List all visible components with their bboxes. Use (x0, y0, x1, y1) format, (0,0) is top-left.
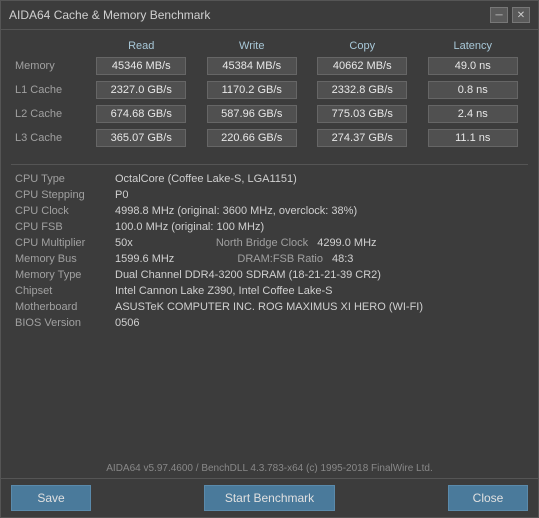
motherboard-label: Motherboard (11, 299, 111, 315)
memory-write-cell: 45384 MB/s (197, 54, 308, 78)
section-divider (11, 164, 528, 165)
row-label-l2: L2 Cache (11, 102, 86, 126)
col-header-latency: Latency (418, 38, 529, 54)
info-row-motherboard: Motherboard ASUSTeK COMPUTER INC. ROG MA… (11, 299, 528, 315)
l2-read-value: 674.68 GB/s (96, 105, 186, 123)
info-row-cpu-stepping: CPU Stepping P0 (11, 187, 528, 203)
bios-label: BIOS Version (11, 315, 111, 331)
col-header-read: Read (86, 38, 197, 54)
memory-type-label: Memory Type (11, 267, 111, 283)
l3-write-cell: 220.66 GB/s (197, 126, 308, 150)
l3-read-value: 365.07 GB/s (96, 129, 186, 147)
dram-fsb-label: DRAM:FSB Ratio (237, 253, 323, 265)
memory-bus-value: 1599.6 MHz DRAM:FSB Ratio 48:3 (111, 251, 528, 267)
l1-copy-cell: 2332.8 GB/s (307, 78, 418, 102)
chipset-label: Chipset (11, 283, 111, 299)
table-row: L1 Cache 2327.0 GB/s 1170.2 GB/s 2332.8 … (11, 78, 528, 102)
cpu-multiplier-label: CPU Multiplier (11, 235, 111, 251)
info-row-memory-type: Memory Type Dual Channel DDR4-3200 SDRAM… (11, 267, 528, 283)
l1-read-value: 2327.0 GB/s (96, 81, 186, 99)
table-row: L3 Cache 365.07 GB/s 220.66 GB/s 274.37 … (11, 126, 528, 150)
cpu-clock-value: 4998.8 MHz (original: 3600 MHz, overcloc… (111, 203, 528, 219)
start-benchmark-button[interactable]: Start Benchmark (204, 485, 335, 511)
system-info-table: CPU Type OctalCore (Coffee Lake-S, LGA11… (11, 171, 528, 331)
l1-latency-value: 0.8 ns (428, 81, 518, 99)
row-label-l3: L3 Cache (11, 126, 86, 150)
l3-copy-value: 274.37 GB/s (317, 129, 407, 147)
cpu-multiplier-value: 50x North Bridge Clock 4299.0 MHz (111, 235, 528, 251)
info-row-chipset: Chipset Intel Cannon Lake Z390, Intel Co… (11, 283, 528, 299)
l2-write-cell: 587.96 GB/s (197, 102, 308, 126)
window-controls: ─ ✕ (490, 7, 530, 23)
bios-value: 0506 (111, 315, 528, 331)
l3-latency-value: 11.1 ns (428, 129, 518, 147)
benchmark-table: Read Write Copy Latency Memory 45346 MB/… (11, 38, 528, 150)
l2-copy-cell: 775.03 GB/s (307, 102, 418, 126)
dram-fsb-value: 48:3 (332, 253, 353, 265)
minimize-button[interactable]: ─ (490, 7, 508, 23)
cpu-fsb-label: CPU FSB (11, 219, 111, 235)
l3-latency-cell: 11.1 ns (418, 126, 529, 150)
title-bar: AIDA64 Cache & Memory Benchmark ─ ✕ (1, 1, 538, 30)
memory-copy-value: 40662 MB/s (317, 57, 407, 75)
l2-latency-cell: 2.4 ns (418, 102, 529, 126)
l3-write-value: 220.66 GB/s (207, 129, 297, 147)
cpu-fsb-value: 100.0 MHz (original: 100 MHz) (111, 219, 528, 235)
memory-copy-cell: 40662 MB/s (307, 54, 418, 78)
memory-write-value: 45384 MB/s (207, 57, 297, 75)
cpu-stepping-value: P0 (111, 187, 528, 203)
l3-copy-cell: 274.37 GB/s (307, 126, 418, 150)
info-row-cpu-multiplier: CPU Multiplier 50x North Bridge Clock 42… (11, 235, 528, 251)
main-content: Read Write Copy Latency Memory 45346 MB/… (1, 30, 538, 459)
info-row-cpu-clock: CPU Clock 4998.8 MHz (original: 3600 MHz… (11, 203, 528, 219)
row-label-l1: L1 Cache (11, 78, 86, 102)
cpu-type-value: OctalCore (Coffee Lake-S, LGA1151) (111, 171, 528, 187)
l1-latency-cell: 0.8 ns (418, 78, 529, 102)
l2-latency-value: 2.4 ns (428, 105, 518, 123)
main-window: AIDA64 Cache & Memory Benchmark ─ ✕ Read… (0, 0, 539, 518)
info-row-memory-bus: Memory Bus 1599.6 MHz DRAM:FSB Ratio 48:… (11, 251, 528, 267)
row-label-memory: Memory (11, 54, 86, 78)
memory-latency-value: 49.0 ns (428, 57, 518, 75)
l1-copy-value: 2332.8 GB/s (317, 81, 407, 99)
motherboard-value: ASUSTeK COMPUTER INC. ROG MAXIMUS XI HER… (111, 299, 528, 315)
memory-read-cell: 45346 MB/s (86, 54, 197, 78)
table-row: Memory 45346 MB/s 45384 MB/s 40662 MB/s … (11, 54, 528, 78)
save-button[interactable]: Save (11, 485, 91, 511)
l1-write-cell: 1170.2 GB/s (197, 78, 308, 102)
cpu-clock-label: CPU Clock (11, 203, 111, 219)
cpu-type-label: CPU Type (11, 171, 111, 187)
info-row-cpu-type: CPU Type OctalCore (Coffee Lake-S, LGA11… (11, 171, 528, 187)
chipset-value: Intel Cannon Lake Z390, Intel Coffee Lak… (111, 283, 528, 299)
table-row: L2 Cache 674.68 GB/s 587.96 GB/s 775.03 … (11, 102, 528, 126)
l1-read-cell: 2327.0 GB/s (86, 78, 197, 102)
close-button-bottom[interactable]: Close (448, 485, 528, 511)
footer-text: AIDA64 v5.97.4600 / BenchDLL 4.3.783-x64… (1, 459, 538, 478)
col-header-copy: Copy (307, 38, 418, 54)
l2-copy-value: 775.03 GB/s (317, 105, 407, 123)
l3-read-cell: 365.07 GB/s (86, 126, 197, 150)
north-bridge-label: North Bridge Clock (216, 237, 308, 249)
info-row-bios: BIOS Version 0506 (11, 315, 528, 331)
info-row-cpu-fsb: CPU FSB 100.0 MHz (original: 100 MHz) (11, 219, 528, 235)
bottom-bar: Save Start Benchmark Close (1, 478, 538, 517)
l2-write-value: 587.96 GB/s (207, 105, 297, 123)
col-header-empty (11, 38, 86, 54)
col-header-write: Write (197, 38, 308, 54)
north-bridge-value: 4299.0 MHz (317, 237, 376, 249)
window-title: AIDA64 Cache & Memory Benchmark (9, 8, 210, 22)
memory-latency-cell: 49.0 ns (418, 54, 529, 78)
close-button[interactable]: ✕ (512, 7, 530, 23)
memory-read-value: 45346 MB/s (96, 57, 186, 75)
l1-write-value: 1170.2 GB/s (207, 81, 297, 99)
l2-read-cell: 674.68 GB/s (86, 102, 197, 126)
memory-bus-label: Memory Bus (11, 251, 111, 267)
cpu-stepping-label: CPU Stepping (11, 187, 111, 203)
memory-type-value: Dual Channel DDR4-3200 SDRAM (18-21-21-3… (111, 267, 528, 283)
